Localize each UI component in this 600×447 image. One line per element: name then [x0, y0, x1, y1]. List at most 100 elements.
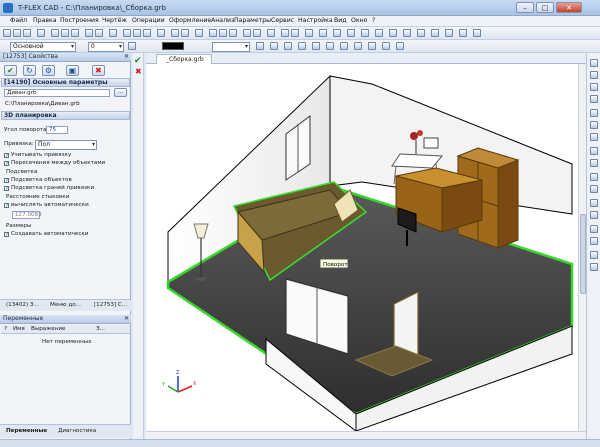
save-icon[interactable] [23, 29, 31, 37]
view-left-icon[interactable] [590, 83, 598, 91]
cancel-icon[interactable]: ✖ [135, 67, 142, 76]
snap-checkbox[interactable]: ✓ [4, 153, 9, 159]
variables-close-icon[interactable]: ✕ [124, 315, 129, 323]
tab-panel-3[interactable]: [12753] С... [94, 302, 127, 308]
new-icon[interactable] [3, 29, 11, 37]
tab-panel-2[interactable]: Меню до... [50, 302, 81, 308]
options-icon[interactable] [396, 42, 404, 50]
document-tab[interactable]: _Сборка.grb [156, 54, 212, 64]
confirm-icon[interactable]: ✔ [134, 56, 142, 66]
fragment-icon[interactable] [195, 29, 203, 37]
array-icon[interactable] [319, 29, 327, 37]
copy-icon[interactable] [61, 29, 69, 37]
3d-viewport[interactable]: Поворот Z X Y [146, 64, 578, 431]
section-view-icon[interactable] [590, 173, 598, 181]
section-main-params[interactable]: [14190] Основные параметры [1, 78, 130, 87]
color-icon[interactable] [128, 42, 136, 50]
wireframe-icon[interactable] [445, 29, 453, 37]
menu-settings[interactable]: Настройка [298, 17, 333, 24]
highlight-obj-checkbox[interactable]: ✓ [4, 178, 9, 184]
cut-icon[interactable] [51, 29, 59, 37]
shadow-icon[interactable] [590, 263, 598, 271]
light-source-icon[interactable] [326, 42, 334, 50]
pan-view-icon[interactable] [590, 159, 598, 167]
filter-icon[interactable] [368, 42, 376, 50]
select-icon[interactable] [109, 29, 117, 37]
ortho-icon[interactable] [284, 42, 292, 50]
zoom-fit-icon[interactable] [590, 109, 598, 117]
menu-operations[interactable]: Операции [132, 17, 165, 24]
redo-icon[interactable] [95, 29, 103, 37]
edges-icon[interactable] [590, 211, 598, 219]
mirror-icon[interactable] [333, 29, 341, 37]
tab-variables[interactable]: Переменные [6, 428, 47, 434]
col-name[interactable]: Имя [13, 326, 25, 332]
parameters-button[interactable]: ⚙ [42, 65, 55, 76]
line-icon[interactable] [123, 29, 131, 37]
intersect-checkbox[interactable]: ✓ [4, 161, 9, 167]
render-icon[interactable] [375, 29, 383, 37]
chamfer-icon[interactable] [291, 29, 299, 37]
texture-icon[interactable] [312, 42, 320, 50]
shade-icon[interactable] [431, 29, 439, 37]
grid-icon[interactable] [270, 42, 278, 50]
3d-profile-icon[interactable] [219, 29, 227, 37]
line-style-combo[interactable] [212, 41, 250, 52]
dist-auto-checkbox[interactable]: ✓ [4, 203, 9, 209]
selector-icon[interactable] [382, 42, 390, 50]
animation-icon[interactable] [354, 42, 362, 50]
section-3d-planning[interactable]: 3D планировка [1, 111, 130, 120]
shading-icon[interactable] [590, 199, 598, 207]
3d-node-icon[interactable] [209, 29, 217, 37]
rotation-input[interactable]: 75 [46, 126, 68, 134]
material-icon[interactable] [298, 42, 306, 50]
menu-analysis[interactable]: Анализ [211, 17, 234, 24]
close-button[interactable]: ✕ [556, 2, 582, 13]
text-icon[interactable] [157, 29, 165, 37]
zoom-in-icon[interactable] [590, 121, 598, 129]
snap-combo[interactable]: Пол [35, 140, 97, 150]
view-icon[interactable] [417, 29, 425, 37]
boolean-icon[interactable] [267, 29, 275, 37]
hatch-icon[interactable] [181, 29, 189, 37]
highlight-faces-checkbox[interactable]: ✓ [4, 186, 9, 192]
panel-close-icon[interactable]: ✕ [124, 53, 129, 61]
menu-help[interactable]: ? [372, 17, 375, 24]
undo-icon[interactable] [85, 29, 93, 37]
ok-button[interactable]: ✔ [4, 65, 17, 76]
loft-icon[interactable] [253, 29, 261, 37]
col-expression[interactable]: Выражение [31, 326, 65, 332]
cancel-button[interactable]: ✖ [92, 65, 105, 76]
print-icon[interactable] [37, 29, 45, 37]
view-front-icon[interactable] [590, 59, 598, 67]
tab-panel-1[interactable]: (13402) З... [6, 302, 39, 308]
view-iso-icon[interactable] [590, 95, 598, 103]
menu-design[interactable]: Оформление [169, 17, 211, 24]
perspective-icon[interactable] [590, 225, 598, 233]
menu-parameters[interactable]: Параметры [234, 17, 271, 24]
zoom-out-icon[interactable] [590, 133, 598, 141]
col-flag[interactable]: ? [4, 326, 7, 332]
copy-params-button[interactable]: ▣ [66, 65, 79, 76]
rotate-icon[interactable] [243, 29, 251, 37]
lighting-icon[interactable] [590, 237, 598, 245]
menu-view[interactable]: Вид [334, 17, 347, 24]
color-swatch[interactable] [162, 42, 184, 50]
maximize-button[interactable]: □ [536, 2, 554, 13]
level-combo[interactable]: 0 [88, 41, 124, 52]
browse-button[interactable]: ... [114, 88, 127, 97]
menu-window[interactable]: Окно [351, 17, 367, 24]
minimize-button[interactable]: – [516, 2, 534, 13]
rotate-view-icon[interactable] [590, 147, 598, 155]
shell-icon[interactable] [305, 29, 313, 37]
col-value[interactable]: З... [96, 326, 105, 332]
circle-icon[interactable] [133, 29, 141, 37]
open-icon[interactable] [13, 29, 21, 37]
tab-diagnostics[interactable]: Диагностика [58, 428, 96, 434]
dims-auto-checkbox[interactable]: ✓ [4, 232, 9, 238]
menu-edit[interactable]: Правка [33, 17, 57, 24]
vertical-scrollbar[interactable] [578, 64, 586, 431]
zoom-icon[interactable] [389, 29, 397, 37]
hide-icon[interactable] [590, 185, 598, 193]
section-icon[interactable] [361, 29, 369, 37]
